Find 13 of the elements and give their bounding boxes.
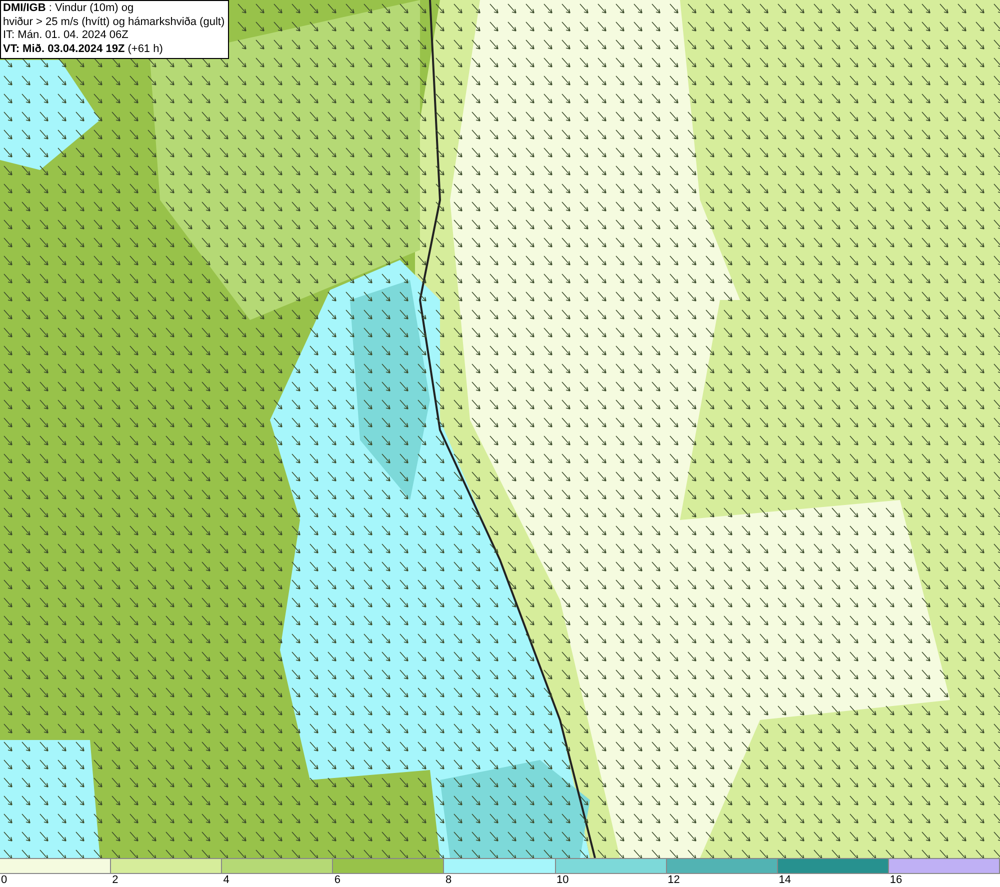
legend-label: 16 xyxy=(890,874,902,886)
legend-label: 6 xyxy=(334,874,340,886)
legend-label: 8 xyxy=(445,874,452,886)
caption-line: IT: Mán. 01. 04. 2024 06Z xyxy=(3,29,130,42)
legend-label: 10 xyxy=(556,874,569,886)
legend-label: 12 xyxy=(668,874,680,886)
caption-line: hviður > 25 m/s (hvítt) og hámarkshviða (gult) xyxy=(3,16,225,29)
caption-line: DMI/IGB : Vindur (10m) og xyxy=(3,2,135,16)
legend-label: 0 xyxy=(1,874,8,886)
legend-label: 14 xyxy=(778,874,792,886)
caption-line: VT: Mið. 03.04.2024 19Z (+61 h) xyxy=(3,42,164,56)
legend-label: 4 xyxy=(223,874,230,886)
legend-label: 2 xyxy=(112,874,118,886)
